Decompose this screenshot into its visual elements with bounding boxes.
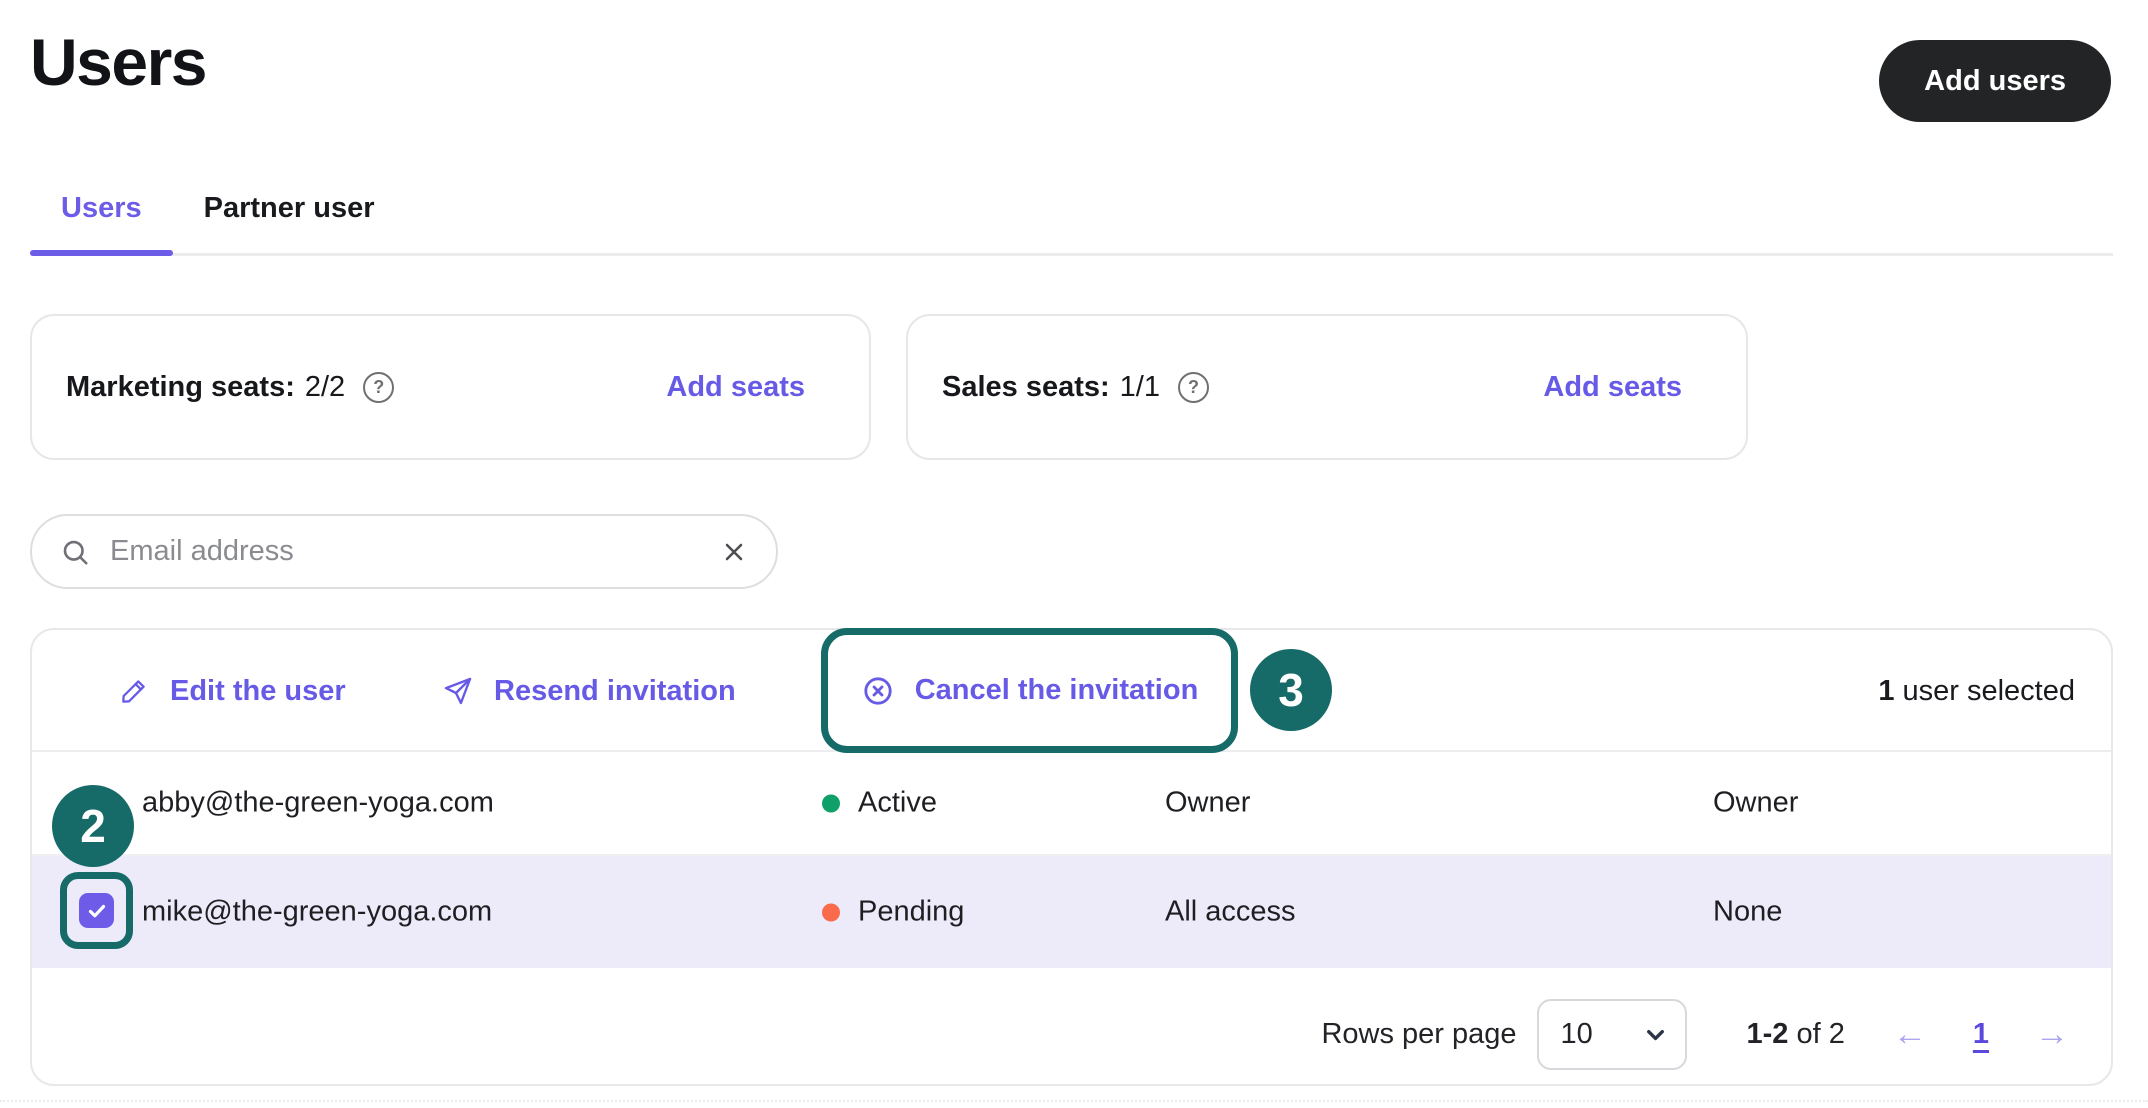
add-users-button-label: Add users (1924, 65, 2066, 98)
bulk-actions-toolbar: Edit the user Resend invitation Cancel t… (32, 630, 2111, 752)
row-role: Owner (1165, 787, 1250, 820)
tab-users[interactable]: Users (30, 182, 173, 253)
row-email: mike@the-green-yoga.com (142, 896, 492, 929)
selection-count: 1 user selected (1878, 630, 2075, 752)
row-email: abby@the-green-yoga.com (142, 787, 494, 820)
help-icon[interactable]: ? (363, 372, 394, 403)
active-tab-underline (30, 250, 173, 256)
status-label: Active (858, 787, 937, 820)
help-icon[interactable]: ? (1178, 372, 1209, 403)
sales-seats-label: Sales seats: (942, 371, 1110, 404)
tab-partner-user[interactable]: Partner user (173, 182, 406, 253)
row-role: All access (1165, 896, 1296, 929)
checkmark-icon (85, 899, 109, 923)
pagination-range: 1-2 of 2 (1747, 1018, 1845, 1051)
annotation-step-2-highlight (60, 872, 133, 949)
arrow-right-icon[interactable]: → (2035, 1015, 2069, 1054)
rows-per-page-label: Rows per page (1321, 1018, 1516, 1051)
users-table: Edit the user Resend invitation Cancel t… (30, 628, 2113, 1086)
tab-bar: Users Partner user (30, 182, 2113, 256)
cancel-invitation-label: Cancel the invitation (915, 674, 1199, 707)
annotation-step-3-highlight: Cancel the invitation (821, 628, 1238, 753)
screenshot-edge-artifact (0, 1100, 2148, 1102)
search-input[interactable] (110, 535, 720, 568)
edit-user-action[interactable]: Edit the user (118, 630, 346, 752)
status-dot-active (822, 794, 840, 812)
email-search-box[interactable] (30, 514, 778, 589)
row-access: None (1713, 896, 1782, 929)
close-icon (720, 538, 748, 566)
selection-count-number: 1 (1878, 675, 1894, 708)
marketing-seats-value: 2/2 (305, 371, 345, 404)
page-title: Users (30, 24, 206, 100)
tab-partner-user-label: Partner user (204, 192, 375, 224)
marketing-seats-card: Marketing seats: 2/2 ? Add seats (30, 314, 871, 460)
selection-count-text: user selected (1894, 675, 2075, 708)
sales-seats-card: Sales seats: 1/1 ? Add seats (906, 314, 1748, 460)
tab-users-label: Users (61, 192, 142, 224)
rows-per-page-select[interactable]: 10 (1537, 999, 1687, 1070)
cancel-circle-icon (861, 674, 895, 708)
pagination-bar: Rows per page 10 1-2 of 2 ← 1 → (32, 966, 2111, 1084)
row-status: Pending (822, 896, 964, 929)
annotation-step-3-badge: 3 (1250, 649, 1332, 731)
add-users-button[interactable]: Add users (1879, 40, 2111, 122)
row-access: Owner (1713, 787, 1798, 820)
row-status: Active (822, 787, 937, 820)
users-page: Users Add users Users Partner user Marke… (0, 0, 2148, 1108)
edit-user-label: Edit the user (170, 675, 346, 708)
cancel-invitation-action[interactable]: Cancel the invitation (861, 674, 1199, 708)
clear-search-button[interactable] (720, 538, 748, 566)
status-label: Pending (858, 896, 964, 929)
rows-per-page-value: 10 (1561, 1018, 1593, 1051)
row-checkbox[interactable] (79, 893, 114, 928)
resend-invitation-action[interactable]: Resend invitation (442, 630, 736, 752)
send-icon (442, 675, 474, 707)
chevron-down-icon (1642, 1021, 1669, 1048)
sales-seats-value: 1/1 (1120, 371, 1160, 404)
table-row[interactable]: mike@the-green-yoga.com Pending All acce… (32, 856, 2111, 968)
annotation-step-2-badge: 2 (52, 785, 134, 867)
arrow-left-icon[interactable]: ← (1893, 1015, 1927, 1054)
pencil-icon (118, 675, 150, 707)
resend-invitation-label: Resend invitation (494, 675, 736, 708)
table-row[interactable]: abby@the-green-yoga.com Active Owner Own… (32, 752, 2111, 856)
add-seats-link-marketing[interactable]: Add seats (666, 371, 805, 404)
marketing-seats-label: Marketing seats: (66, 371, 295, 404)
page-number-1[interactable]: 1 (1973, 1018, 1989, 1051)
status-dot-pending (822, 903, 840, 921)
add-seats-link-sales[interactable]: Add seats (1543, 371, 1682, 404)
search-icon (60, 537, 90, 567)
